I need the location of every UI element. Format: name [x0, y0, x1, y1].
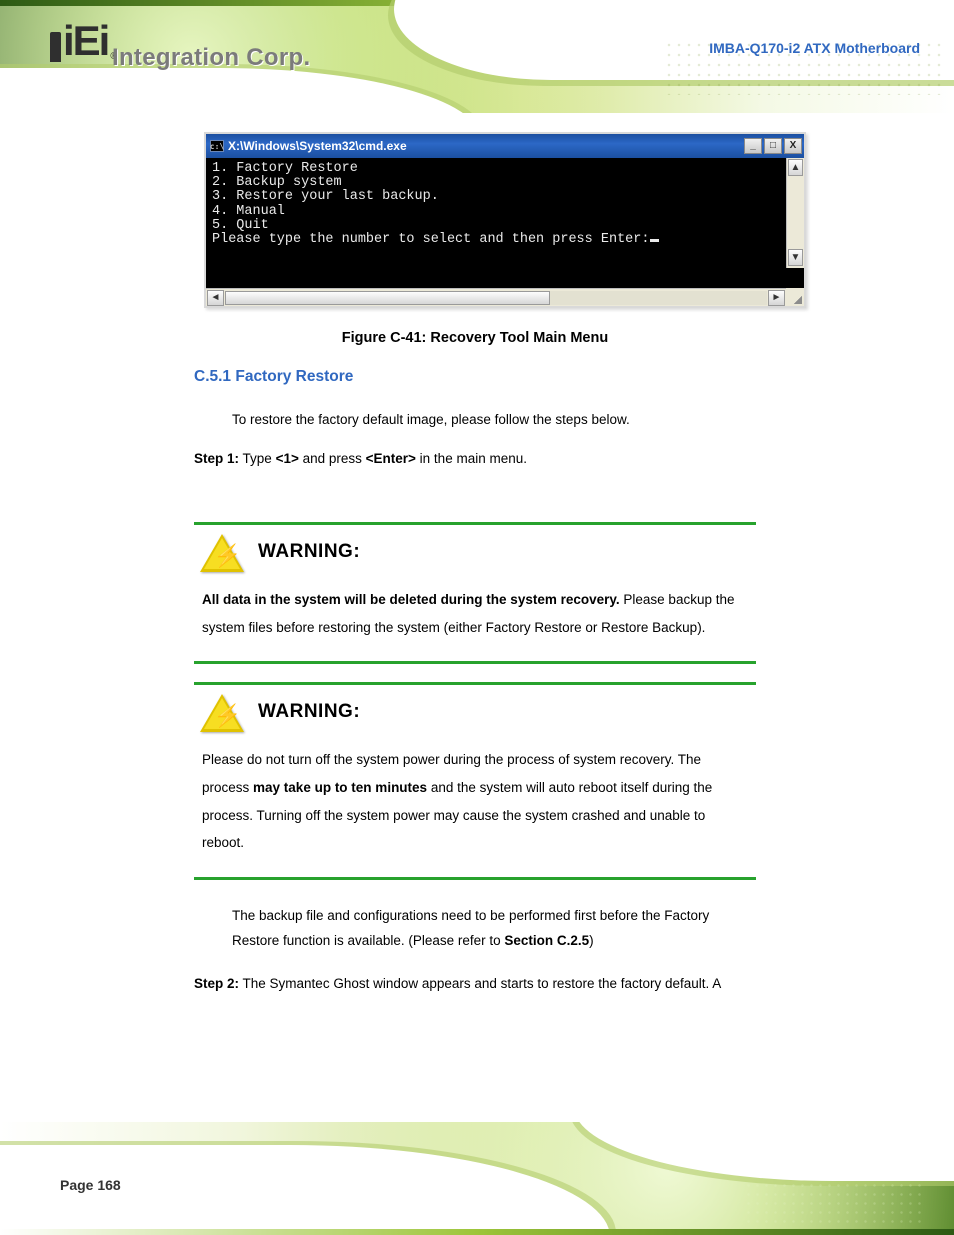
cmd-title: X:\Windows\System32\cmd.exe: [228, 139, 744, 153]
cmd-line-1: 1. Factory Restore: [212, 161, 358, 176]
cmd-line-2: 2. Backup system: [212, 175, 342, 190]
step-2-ref: Section C.2.5: [504, 933, 589, 948]
step-1-text-b: and press: [299, 451, 366, 466]
minimize-button[interactable]: _: [744, 138, 762, 154]
step-2: Step 2: The Symantec Ghost window appear…: [194, 972, 756, 997]
logo-text: iEi: [63, 20, 108, 62]
step-2-lead-b: ): [589, 933, 594, 948]
step-1-label: Step 1:: [194, 451, 239, 466]
scroll-down-icon[interactable]: ▼: [788, 249, 803, 266]
footer-curve-upper: [574, 1122, 954, 1181]
logo-bars-icon: [50, 32, 61, 62]
cmd-line-5: 5. Quit: [212, 218, 269, 233]
warning-title: WARNING:: [258, 693, 360, 723]
footer-banner: [0, 1122, 954, 1235]
step-1: Step 1: Type <1> and press <Enter> in th…: [194, 447, 756, 472]
scroll-right-icon[interactable]: ►: [768, 290, 785, 306]
cursor-icon: [650, 239, 659, 242]
step-1-key: <1>: [276, 451, 299, 466]
step-2-text: The Symantec Ghost window appears and st…: [243, 976, 722, 991]
scroll-thumb[interactable]: [225, 291, 550, 305]
cmd-line-3: 3. Restore your last backup.: [212, 189, 439, 204]
warning-1-lead: All data in the system will be deleted d…: [202, 592, 620, 607]
cmd-prompt: Please type the number to select and the…: [212, 232, 649, 247]
cmd-output: 1. Factory Restore 2. Backup system 3. R…: [206, 158, 804, 288]
section-heading: C.5.1 Factory Restore: [194, 368, 756, 386]
scroll-left-icon[interactable]: ◄: [207, 290, 224, 306]
warning-icon: ⚡: [200, 534, 248, 574]
scroll-up-icon[interactable]: ▲: [788, 159, 803, 176]
window-buttons: _ □ X: [744, 138, 804, 154]
step-2-lead-a: The backup file and configurations need …: [232, 908, 709, 948]
warning-icon: ⚡: [200, 694, 248, 734]
step-2-lead: The backup file and configurations need …: [232, 904, 756, 954]
warning-block-1: ⚡ WARNING: All data in the system will b…: [194, 525, 756, 661]
cmd-titlebar: c:\ X:\Windows\System32\cmd.exe _ □ X: [206, 134, 804, 158]
page-content: Figure C-41: Recovery Tool Main Menu C.5…: [194, 330, 756, 997]
page-number: Page 168: [60, 1177, 121, 1193]
figure-caption: Figure C-41: Recovery Tool Main Menu: [194, 330, 756, 346]
step-2-label: Step 2:: [194, 976, 239, 991]
warning-2-body: Please do not turn off the system power …: [194, 736, 756, 877]
cmd-window: c:\ X:\Windows\System32\cmd.exe _ □ X 1.…: [204, 132, 806, 308]
step-1-enter: <Enter>: [366, 451, 416, 466]
divider: [194, 877, 756, 880]
warning-2-em: may take up to ten minutes: [253, 780, 427, 795]
logo-tagline: Integration Corp.: [112, 44, 310, 72]
maximize-button[interactable]: □: [764, 138, 782, 154]
cmd-icon: c:\: [210, 140, 224, 152]
horizontal-scrollbar[interactable]: ◄ ►: [206, 288, 786, 306]
document-title: IMBA-Q170-i2 ATX Motherboard: [709, 40, 920, 56]
step-2-block: The backup file and configurations need …: [194, 904, 756, 997]
warning-1-body: All data in the system will be deleted d…: [194, 576, 756, 661]
vertical-scrollbar[interactable]: ▲ ▼: [786, 158, 804, 268]
header-curve-lower: [0, 68, 480, 113]
intro-text: To restore the factory default image, pl…: [232, 408, 756, 433]
step-1-text-a: Type: [243, 451, 276, 466]
step-1-text-c: in the main menu.: [416, 451, 527, 466]
warning-block-2: ⚡ WARNING: Please do not turn off the sy…: [194, 685, 756, 877]
close-button[interactable]: X: [784, 138, 802, 154]
resize-handle-icon[interactable]: [786, 288, 804, 306]
footer-dots: [744, 1181, 924, 1227]
warning-title: WARNING:: [258, 533, 360, 563]
scroll-track[interactable]: [225, 291, 767, 305]
logo: iEi ®: [50, 20, 118, 62]
cmd-line-4: 4. Manual: [212, 204, 285, 219]
